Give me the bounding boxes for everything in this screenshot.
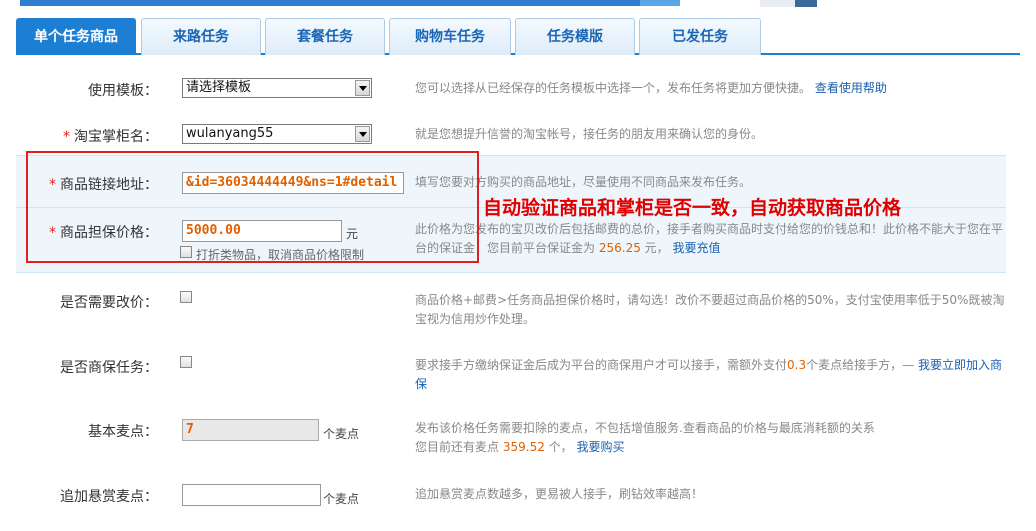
shopkeeper-row: * 淘宝掌柜名： wulanyang55 就是您想提升信誉的淘宝帐号，接任务的朋友… xyxy=(16,124,1006,146)
annotation-highlight-box xyxy=(26,151,479,263)
required-mark: * xyxy=(63,129,70,145)
tab-task-template[interactable]: 任务模版 xyxy=(515,18,635,55)
chevron-down-icon[interactable] xyxy=(355,80,370,96)
reward-points-label: 追加悬赏麦点： xyxy=(60,489,158,505)
tab-published-tasks[interactable]: 已发任务 xyxy=(639,18,761,55)
template-select-value: 请选择模板 xyxy=(186,80,252,95)
template-hint: 您可以选择从已经保存的任务模板中选择一个，发布任务将更加方便快捷。 查看使用帮助 xyxy=(415,79,1005,98)
balance-prefix: 您目前还有麦点 xyxy=(415,440,500,454)
template-select[interactable]: 请选择模板 xyxy=(182,78,372,98)
balance-suffix: 个， xyxy=(548,440,573,454)
modify-price-label: 是否需要改价： xyxy=(60,295,158,311)
reward-points-hint: 追加悬赏麦点数越多，更易被人接手，刷钻效率越高！ xyxy=(415,487,704,501)
basic-points-balance-line: 您目前还有麦点 359.52 个， 我要购买 xyxy=(415,438,1005,457)
merchant-task-row: 是否商保任务： 要求接手方缴纳保证金后成为平台的商保用户才可以接手，需额外支付0… xyxy=(16,355,1006,395)
merchant-task-checkbox[interactable] xyxy=(180,356,192,368)
price-hint: 此价格为您发布的宝贝改价后包括邮费的总价，接手者购买商品时支付给您的价钱总和！此… xyxy=(415,220,1005,258)
merchant-task-hint-text: 要求接手方缴纳保证金后成为平台的商保用户才可以接手，需额外支付 xyxy=(415,358,788,372)
shopkeeper-label: * 淘宝掌柜名： xyxy=(63,126,158,146)
template-hint-text: 您可以选择从已经保存的任务模板中选择一个，发布任务将更加方便快捷。 xyxy=(415,81,812,95)
reward-points-row: 追加悬赏麦点： 个麦点 追加悬赏麦点数越多，更易被人接手，刷钻效率越高！ xyxy=(16,484,1006,508)
basic-points-row: 基本麦点： 7 个麦点 发布该价格任务需要扣除的麦点，不包括增值服务.查看商品的… xyxy=(16,419,1006,459)
merchant-task-hint-text-2: 个麦点给接手方，— xyxy=(806,358,915,372)
points-balance-value: 359.52 xyxy=(502,440,545,454)
annotation-text: 自动验证商品和掌柜是否一致，自动获取商品价格 xyxy=(483,197,902,219)
basic-points-input: 7 xyxy=(182,419,319,441)
reward-points-input[interactable] xyxy=(182,484,321,506)
tab-cart-task[interactable]: 购物车任务 xyxy=(389,18,511,55)
basic-points-label: 基本麦点： xyxy=(88,424,158,440)
shopkeeper-select-value: wulanyang55 xyxy=(186,126,274,141)
tab-bundle-task[interactable]: 套餐任务 xyxy=(265,18,385,55)
price-hint-unit: 元， xyxy=(644,241,669,255)
tab-referral-task[interactable]: 来路任务 xyxy=(141,18,261,55)
shopkeeper-select[interactable]: wulanyang55 xyxy=(182,124,372,144)
shopkeeper-hint: 就是您想提升信誉的淘宝帐号，接任务的朋友用来确认您的身份。 xyxy=(415,127,764,141)
top-banner-strip xyxy=(0,0,1036,7)
basic-points-unit: 个麦点 xyxy=(323,427,360,441)
merchant-task-label: 是否商保任务： xyxy=(60,360,158,376)
modify-price-hint: 商品价格+邮费>任务商品担保价格时，请勾选！改价不要超过商品价格的50%，支付宝… xyxy=(415,293,1005,326)
tab-single-task-product[interactable]: 单个任务商品 xyxy=(16,18,136,55)
deposit-value: 256.25 xyxy=(598,241,641,255)
banner-bar xyxy=(20,0,670,6)
merchant-task-hint: 要求接手方缴纳保证金后成为平台的商保用户才可以接手，需额外支付0.3个麦点给接手… xyxy=(415,356,1005,394)
banner-graphic-dark xyxy=(795,0,817,7)
recharge-link[interactable]: 我要充值 xyxy=(673,241,721,255)
basic-points-hint-text: 发布该价格任务需要扣除的麦点，不包括增值服务.查看商品的价格与最底消耗额的关系 xyxy=(415,421,875,435)
product-link-hint: 填写您要对方购买的商品地址，尽量使用不同商品来发布任务。 xyxy=(415,175,752,189)
basic-points-hint: 发布该价格任务需要扣除的麦点，不包括增值服务.查看商品的价格与最底消耗额的关系 … xyxy=(415,419,1005,457)
template-label: 使用模板： xyxy=(88,83,158,99)
modify-price-row: 是否需要改价： 商品价格+邮费>任务商品担保价格时，请勾选！改价不要超过商品价格… xyxy=(16,290,1006,330)
chevron-down-icon[interactable] xyxy=(355,126,370,142)
reward-points-unit: 个麦点 xyxy=(323,492,360,506)
help-link[interactable]: 查看使用帮助 xyxy=(815,81,887,95)
shopkeeper-label-text: 淘宝掌柜名： xyxy=(74,129,158,145)
buy-points-link[interactable]: 我要购买 xyxy=(577,440,625,454)
modify-price-checkbox[interactable] xyxy=(180,291,192,303)
banner-bar-accent xyxy=(640,0,680,6)
task-tabs: 单个任务商品 来路任务 套餐任务 购物车任务 任务模版 已发任务 xyxy=(16,18,1020,55)
merchant-points-value: 0.3 xyxy=(787,358,807,372)
template-row: 使用模板： 请选择模板 您可以选择从已经保存的任务模板中选择一个，发布任务将更加… xyxy=(16,78,1006,100)
